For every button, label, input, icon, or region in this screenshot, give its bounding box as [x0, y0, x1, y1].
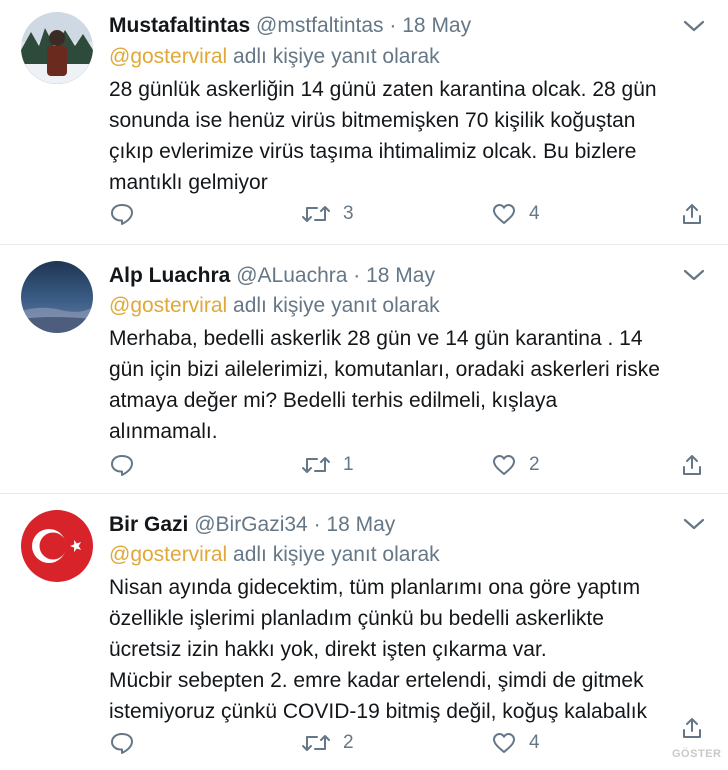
- retweet-count: 2: [343, 732, 354, 753]
- separator-dot: ·: [389, 14, 397, 37]
- share-button[interactable]: [680, 716, 704, 740]
- share-icon: [683, 455, 701, 475]
- reply-icon: [111, 204, 133, 225]
- avatar[interactable]: [21, 12, 93, 84]
- retweet-icon: [302, 457, 330, 473]
- reply-suffix: adlı kişiye yanıt olarak: [233, 543, 440, 566]
- share-icon: [683, 204, 701, 224]
- share-button[interactable]: [680, 202, 704, 226]
- reply-context: @gosterviral adlı kişiye yanıt olarak: [109, 293, 440, 319]
- reply-button[interactable]: [109, 731, 135, 755]
- like-count: 4: [529, 203, 540, 224]
- tweet-date[interactable]: 18 May: [402, 14, 471, 37]
- retweet-count: 3: [343, 203, 354, 224]
- avatar[interactable]: [21, 261, 93, 333]
- mention-link[interactable]: @gosterviral: [109, 294, 227, 317]
- reply-suffix: adlı kişiye yanıt olarak: [233, 294, 440, 317]
- mention-link[interactable]: @gosterviral: [109, 45, 227, 68]
- tweet[interactable]: Bir Gazi @BirGazi34 · 18 May @gostervira…: [0, 494, 728, 770]
- like-button[interactable]: 4: [491, 731, 540, 755]
- like-button[interactable]: 2: [491, 453, 540, 477]
- tweet[interactable]: Alp Luachra @ALuachra · 18 May @gostervi…: [0, 245, 728, 493]
- watermark-logo: GÖSTER: [672, 748, 722, 760]
- display-name[interactable]: Alp Luachra: [109, 264, 230, 287]
- tweet-header: Mustafaltintas @mstfaltintas · 18 May: [109, 13, 471, 39]
- reply-context: @gosterviral adlı kişiye yanıt olarak: [109, 542, 440, 568]
- handle[interactable]: @BirGazi34: [194, 513, 308, 536]
- tweet-date[interactable]: 18 May: [326, 513, 395, 536]
- reply-icon: [111, 733, 133, 754]
- separator-dot: ·: [313, 513, 321, 536]
- tweet-header: Alp Luachra @ALuachra · 18 May: [109, 263, 435, 289]
- retweet-button[interactable]: 1: [301, 453, 354, 477]
- tweet[interactable]: Mustafaltintas @mstfaltintas · 18 May @g…: [0, 0, 728, 244]
- heart-icon: [493, 733, 515, 753]
- heart-icon: [493, 455, 515, 475]
- turkish-flag-avatar-icon: [21, 510, 93, 582]
- reply-button[interactable]: [109, 453, 135, 477]
- retweet-button[interactable]: 2: [301, 731, 354, 755]
- retweet-icon: [302, 206, 330, 222]
- avatar[interactable]: [21, 510, 93, 582]
- tweet-text: 28 günlük askerliğin 14 günü zaten karan…: [109, 78, 657, 194]
- share-button[interactable]: [680, 453, 704, 477]
- chevron-down-icon[interactable]: [682, 516, 706, 532]
- retweet-icon: [302, 735, 330, 751]
- chevron-down-icon[interactable]: [682, 18, 706, 34]
- tweet-date[interactable]: 18 May: [366, 264, 435, 287]
- tweet-header: Bir Gazi @BirGazi34 · 18 May: [109, 512, 395, 538]
- mention-link[interactable]: @gosterviral: [109, 543, 227, 566]
- reply-button[interactable]: [109, 202, 135, 226]
- like-button[interactable]: 4: [491, 202, 540, 226]
- share-icon: [683, 718, 701, 738]
- retweet-button[interactable]: 3: [301, 202, 354, 226]
- retweet-count: 1: [343, 454, 354, 475]
- display-name[interactable]: Bir Gazi: [109, 513, 188, 536]
- avatar-photo-icon: [21, 261, 93, 333]
- like-count: 4: [529, 732, 540, 753]
- reply-icon: [111, 455, 133, 476]
- reply-suffix: adlı kişiye yanıt olarak: [233, 45, 440, 68]
- handle[interactable]: @mstfaltintas: [256, 14, 384, 37]
- tweet-text: Merhaba, bedelli askerlik 28 gün ve 14 g…: [109, 327, 660, 443]
- handle[interactable]: @ALuachra: [236, 264, 347, 287]
- heart-icon: [493, 204, 515, 224]
- like-count: 2: [529, 454, 540, 475]
- separator-dot: ·: [353, 264, 361, 287]
- avatar-photo-icon: [21, 12, 93, 84]
- chevron-down-icon[interactable]: [682, 267, 706, 283]
- display-name[interactable]: Mustafaltintas: [109, 14, 250, 37]
- reply-context: @gosterviral adlı kişiye yanıt olarak: [109, 44, 440, 70]
- tweet-text: Nisan ayında gidecektim, tüm planlarımı …: [109, 576, 648, 723]
